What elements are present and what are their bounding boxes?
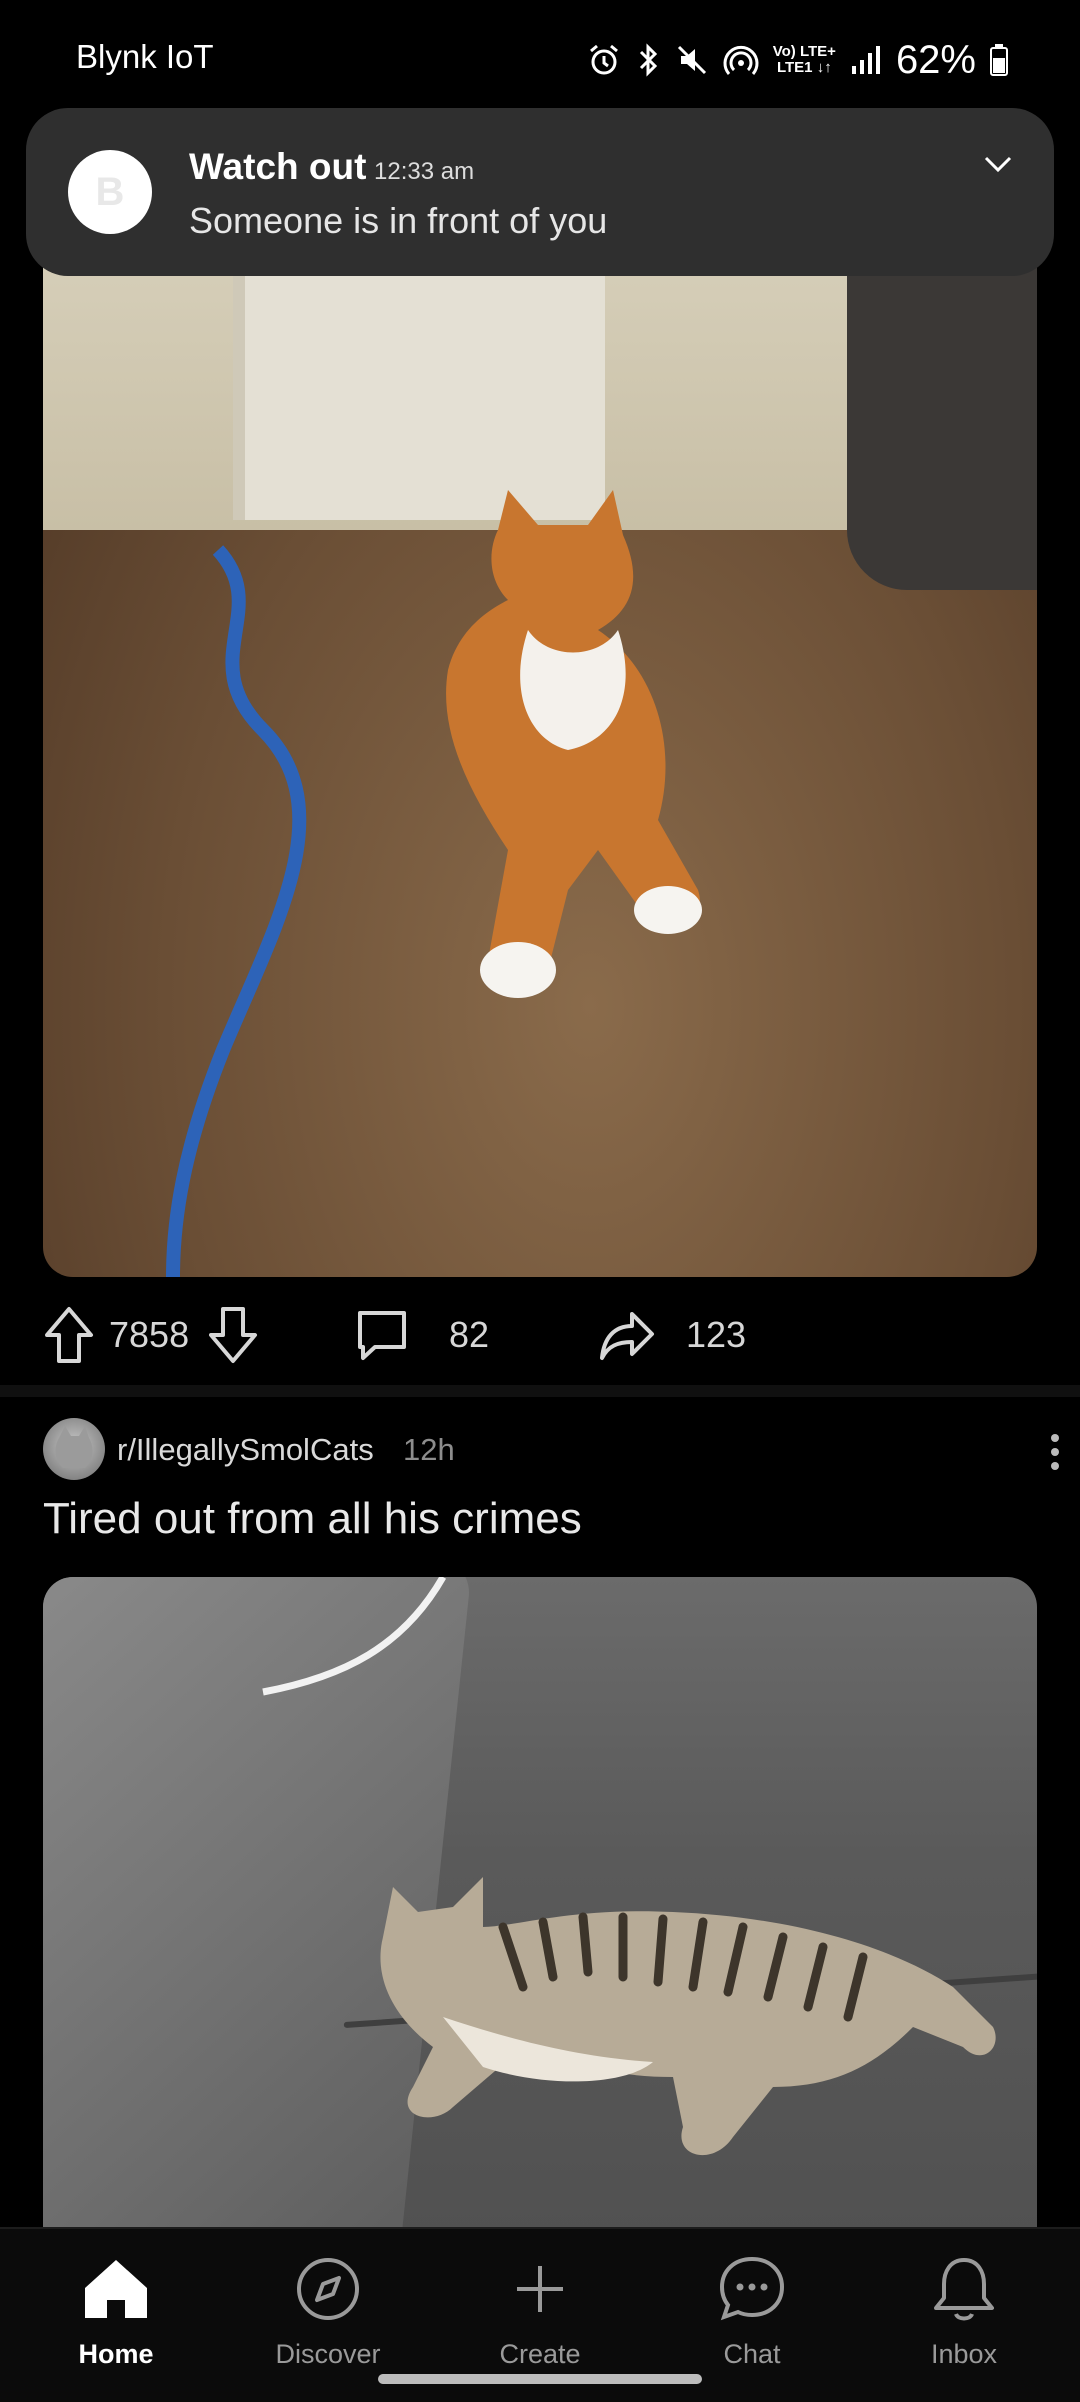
image-kitten (380, 1877, 996, 2156)
post-header: r/IllegallySmolCats 12h (43, 1418, 1059, 1482)
post-image-cat-on-carpet[interactable] (43, 190, 1037, 1277)
post-age: 12h (403, 1432, 455, 1467)
nav-home[interactable]: Home (36, 2249, 196, 2370)
notification-title: Watch out (189, 146, 367, 187)
subreddit-avatar[interactable] (43, 1418, 105, 1480)
nav-discover[interactable]: Discover (248, 2249, 408, 2370)
hotspot-icon (723, 45, 759, 75)
battery-icon (990, 44, 1008, 76)
upvote-count: 7858 (109, 1314, 190, 1355)
chevron-down-icon[interactable] (982, 152, 1014, 176)
nav-label-inbox: Inbox (930, 2339, 998, 2369)
post-actions: 7858 82 123 (0, 1300, 1080, 1370)
network-type: Vo) LTE+ LTE1 ↓↑ (772, 43, 836, 76)
image-cat (446, 490, 702, 998)
nav-label-create: Create (499, 2339, 581, 2369)
share-button[interactable]: 123 (598, 1300, 746, 1370)
nav-label-chat: Chat (723, 2339, 781, 2369)
notification-app-icon: B (68, 150, 152, 234)
post-image-sleeping-kitten[interactable] (43, 1577, 1037, 2277)
more-options-icon[interactable] (1049, 1432, 1061, 1472)
notification-body: Someone is in front of you (189, 200, 608, 241)
share-count: 123 (686, 1314, 747, 1355)
plus-icon (517, 2266, 563, 2312)
comment-icon (358, 1311, 406, 1360)
subreddit-name[interactable]: r/IllegallySmolCats (117, 1432, 374, 1468)
downvote-icon[interactable] (207, 1305, 259, 1365)
battery-percent: 62% (895, 37, 976, 82)
bluetooth-icon (639, 43, 657, 77)
comment-count: 82 (449, 1314, 490, 1355)
alarm-icon (589, 44, 618, 75)
comments-button[interactable]: 82 (355, 1300, 489, 1370)
nav-label-discover: Discover (275, 2339, 381, 2369)
chat-bubble-icon (719, 2256, 785, 2321)
notification-time: 12:33 am (374, 158, 475, 185)
nav-label-home: Home (78, 2339, 154, 2369)
nav-chat[interactable]: Chat (672, 2249, 832, 2370)
compass-icon (297, 2258, 359, 2320)
home-icon (85, 2260, 147, 2318)
post-title[interactable]: Tired out from all his crimes (43, 1494, 582, 1544)
vote-group: 7858 (43, 1300, 259, 1370)
status-bar: Blynk IoT Vo) LTE+ LTE1 ↓↑ 62% (0, 0, 1080, 110)
share-icon (600, 1312, 654, 1360)
post-divider (0, 1385, 1080, 1397)
status-app-name: Blynk IoT (76, 38, 214, 75)
notification-banner[interactable]: B Watch out 12:33 am Someone is in front… (26, 108, 1054, 276)
bell-icon (934, 2258, 994, 2321)
gesture-home-indicator[interactable] (378, 2374, 702, 2384)
mute-icon (677, 45, 706, 75)
nav-inbox[interactable]: Inbox (884, 2249, 1044, 2370)
signal-icon (851, 46, 880, 74)
upvote-icon[interactable] (43, 1305, 95, 1365)
status-icons: Vo) LTE+ LTE1 ↓↑ 62% (587, 30, 1008, 90)
nav-create[interactable]: Create (460, 2249, 620, 2370)
